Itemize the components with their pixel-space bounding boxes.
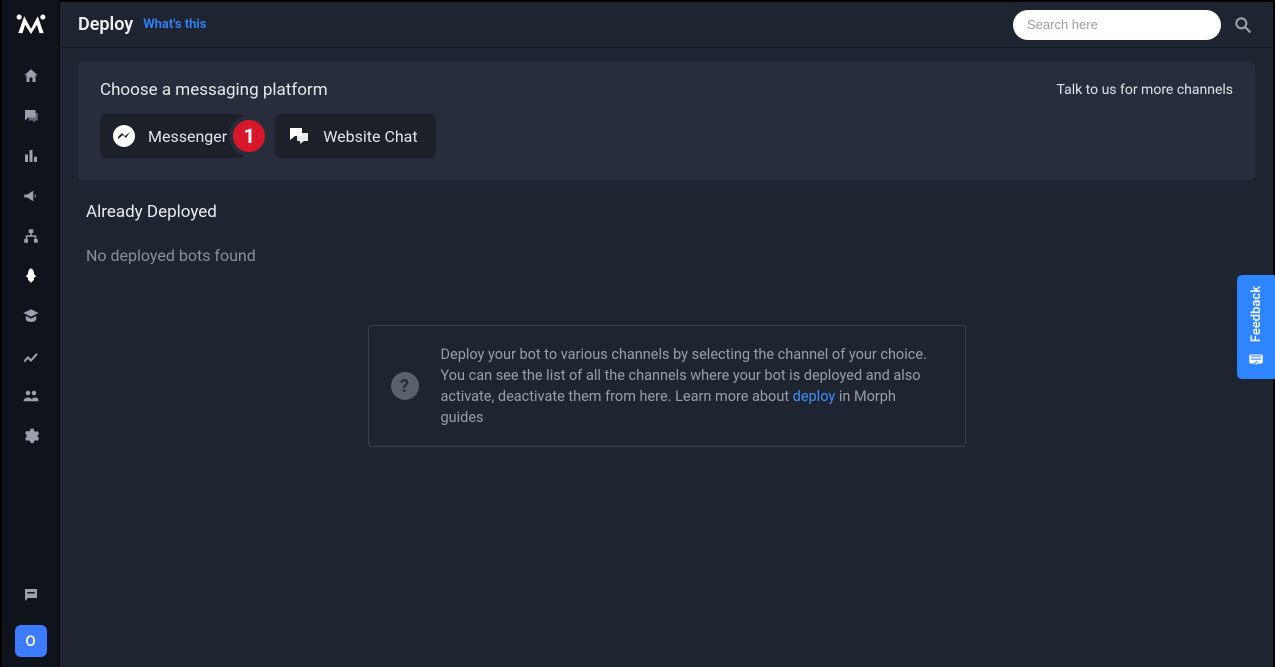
help-callout: ? Deploy your bot to various channels by… (368, 325, 966, 447)
help-text: Deploy your bot to various channels by s… (441, 344, 943, 428)
more-channels-link[interactable]: Talk to us for more channels (1057, 82, 1234, 98)
nav-flows[interactable] (1, 216, 61, 256)
nav-settings[interactable] (1, 416, 61, 456)
feedback-icon (1247, 350, 1265, 368)
platform-label: Messenger (148, 127, 227, 146)
search-button[interactable] (1231, 13, 1255, 37)
nav-users[interactable] (1, 376, 61, 416)
messenger-icon (112, 124, 136, 148)
feedback-tab[interactable]: Feedback (1237, 275, 1275, 379)
empty-state-text: No deployed bots found (86, 246, 1255, 265)
chat-bubbles-icon (287, 124, 311, 148)
platform-website-chat[interactable]: Website Chat (275, 114, 435, 158)
nav-train[interactable] (1, 296, 61, 336)
user-avatar[interactable]: O (15, 625, 47, 657)
nav-conversations[interactable] (1, 96, 61, 136)
nav-growth[interactable] (1, 336, 61, 376)
app-logo-icon[interactable] (14, 12, 48, 34)
feedback-label: Feedback (1249, 286, 1264, 342)
platform-messenger[interactable]: Messenger 1 (100, 114, 245, 158)
nav-home[interactable] (1, 56, 61, 96)
whats-this-link[interactable]: What's this (143, 17, 206, 32)
platform-panel: Choose a messaging platform Talk to us f… (78, 62, 1255, 180)
nav-broadcast[interactable] (1, 176, 61, 216)
step-badge: 1 (229, 116, 269, 156)
already-deployed-title: Already Deployed (86, 202, 1255, 222)
deploy-guide-link[interactable]: deploy (793, 388, 836, 405)
platform-label: Website Chat (323, 127, 417, 146)
panel-title: Choose a messaging platform (100, 80, 328, 100)
avatar-initial: O (25, 632, 35, 650)
search-input[interactable] (1013, 10, 1221, 40)
nav-analytics[interactable] (1, 136, 61, 176)
nav-deploy[interactable] (1, 256, 61, 296)
page-title: Deploy (78, 14, 133, 35)
question-icon: ? (391, 372, 419, 400)
nav-help-chat[interactable] (1, 575, 61, 615)
